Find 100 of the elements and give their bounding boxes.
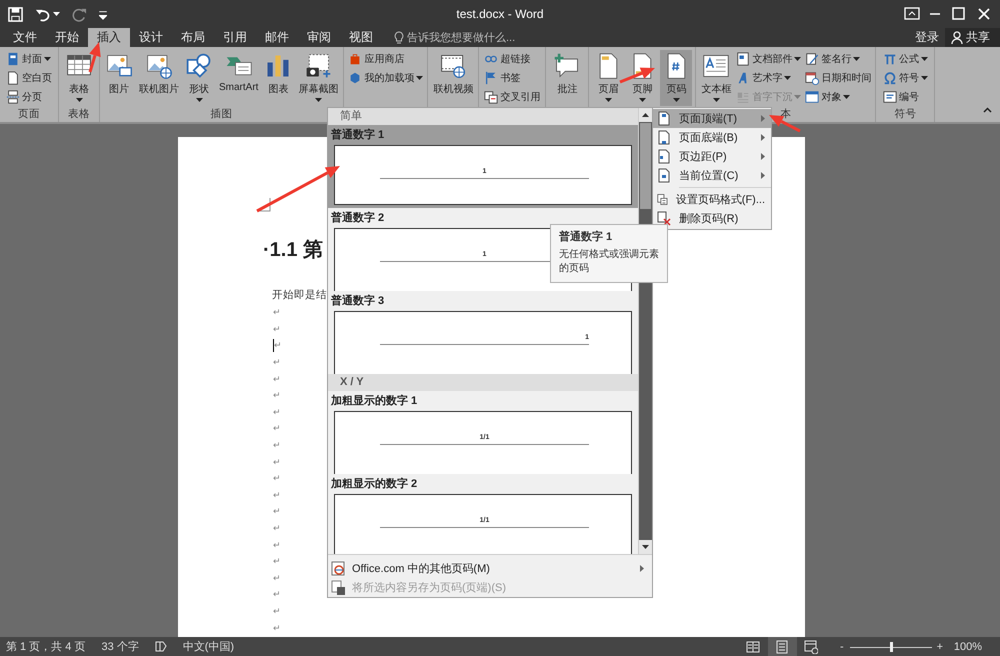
paragraph-mark: ↵ xyxy=(273,406,281,417)
ribbon-button[interactable]: 屏幕截图 xyxy=(296,50,340,106)
ribbon-button[interactable]: 文档部件 xyxy=(735,50,802,68)
menu-item[interactable]: 删除页码(R) xyxy=(653,209,771,228)
ribbon-tab[interactable]: 视图 xyxy=(340,28,382,47)
section-header: X / Y xyxy=(328,374,638,391)
book-icon xyxy=(154,641,167,652)
ribbon-button[interactable]: 图表 xyxy=(262,50,294,106)
zoom-level[interactable]: 100% xyxy=(954,640,982,652)
ribbon-button[interactable]: 书签 xyxy=(483,69,542,87)
caret-icon xyxy=(672,98,680,102)
ribbon-button[interactable]: 对象 xyxy=(804,88,872,106)
ribbon-tab[interactable]: 设计 xyxy=(130,28,172,47)
ribbon-button[interactable]: 日期和时间 xyxy=(804,69,872,87)
menu-item[interactable]: 当前位置(C) xyxy=(653,166,771,185)
ribbon-button[interactable]: 联机图片 xyxy=(137,50,181,106)
ribbon-button[interactable]: 页眉 xyxy=(592,50,624,106)
quick-parts-icon xyxy=(736,52,750,66)
ribbon-button[interactable]: 形状 xyxy=(183,50,215,106)
language-status[interactable]: 中文(中国) xyxy=(182,639,234,654)
page-icon xyxy=(657,130,671,145)
paragraph-mark: ↵ xyxy=(273,357,281,368)
lightbulb-icon xyxy=(394,31,404,44)
ribbon-button[interactable]: 表格 xyxy=(63,50,95,106)
caret-icon xyxy=(853,57,860,61)
ribbon-button[interactable]: 编号 xyxy=(882,88,929,106)
menu-item[interactable]: 页面底端(B) xyxy=(653,128,771,147)
section-header: 简单 xyxy=(328,108,638,125)
page-icon xyxy=(657,149,671,164)
ribbon-button[interactable]: 联机视频 xyxy=(431,50,476,106)
page-icon xyxy=(657,168,671,183)
caret-icon xyxy=(794,95,802,99)
ribbon-button[interactable]: 公式 xyxy=(882,50,929,68)
caret-icon xyxy=(76,98,82,102)
ribbon-button[interactable]: 封面 xyxy=(5,50,53,68)
ribbon-button[interactable]: 我的加载项 xyxy=(347,69,424,87)
page-count-status[interactable]: 第 1 页，共 4 页 xyxy=(6,639,86,654)
ribbon-button[interactable]: 页码 xyxy=(660,50,692,106)
print-layout-icon xyxy=(775,640,790,654)
paragraph-mark: ↵ xyxy=(273,506,281,516)
ribbon-button[interactable]: 应用商店 xyxy=(347,50,424,68)
sign-in-link[interactable]: 登录 xyxy=(915,29,939,46)
ribbon-tab[interactable]: 审阅 xyxy=(298,28,340,47)
ribbon-display-icon xyxy=(904,6,920,22)
menu-item[interactable]: 页面顶端(T) xyxy=(653,109,771,128)
paragraph-mark: ↵ xyxy=(273,390,281,400)
zoom-slider[interactable] xyxy=(850,642,932,652)
paragraph-text: 开始即是结 xyxy=(272,288,327,303)
tell-me-field[interactable]: 告诉我您想要做什么... xyxy=(407,32,537,44)
ribbon-button[interactable]: 艺术字 xyxy=(735,69,802,87)
tooltip-title: 普通数字 1 xyxy=(559,230,614,244)
ribbon-button[interactable]: 签名行 xyxy=(804,50,872,68)
ribbon-button[interactable]: SmartArt xyxy=(217,50,260,106)
crop-mark-icon xyxy=(258,198,271,212)
drop-cap-icon xyxy=(736,90,750,104)
ribbon-button[interactable]: 符号 xyxy=(882,69,929,87)
ribbon-tab[interactable]: 开始 xyxy=(46,28,88,47)
scroll-thumb[interactable] xyxy=(640,123,651,209)
object-icon xyxy=(805,90,820,104)
ribbon-tab[interactable]: 布局 xyxy=(172,28,214,47)
triangle-up-icon xyxy=(642,113,649,117)
store-icon xyxy=(348,52,362,66)
ribbon-button[interactable]: 超链接 xyxy=(483,50,542,68)
page-break-icon xyxy=(6,90,20,104)
annotation-arrow xyxy=(88,42,101,72)
ribbon-button[interactable]: 空白页 xyxy=(5,69,53,87)
heading-text: ·1.1 第 xyxy=(263,238,324,263)
zoom-in-button[interactable]: + xyxy=(934,637,946,656)
ribbon-button[interactable]: 批注 xyxy=(551,50,584,106)
paragraph-mark: ↵ xyxy=(273,490,281,500)
group-label: 表格 xyxy=(68,107,90,122)
slider-thumb[interactable] xyxy=(890,642,893,652)
paragraph-mark: ↵ xyxy=(273,374,281,384)
ribbon-button[interactable]: 交叉引用 xyxy=(483,88,542,106)
scroll-up-button[interactable] xyxy=(639,108,652,122)
ribbon-button[interactable]: 图片 xyxy=(103,50,135,106)
paragraph-mark: ↵ xyxy=(273,589,281,600)
paragraph-mark: ↵ xyxy=(273,456,281,467)
ribbon-tab[interactable]: 邮件 xyxy=(256,28,298,47)
menu-item[interactable]: 页边距(P) xyxy=(653,147,771,166)
word-count-status[interactable]: 33 个字 xyxy=(101,639,139,654)
share-button[interactable]: 共享 xyxy=(945,28,1000,47)
add-in-icon xyxy=(348,71,362,85)
paragraph-mark: ↵ xyxy=(273,523,281,534)
submenu-arrow-icon xyxy=(761,153,765,160)
ribbon-tab[interactable]: 引用 xyxy=(214,28,256,47)
menu-item[interactable]: 设置页码格式(F)... xyxy=(653,190,771,209)
ribbon-button[interactable]: 文本框 xyxy=(699,50,734,106)
ribbon-tab[interactable]: 插入 xyxy=(88,28,130,47)
ribbon-button[interactable]: 分页 xyxy=(5,88,53,106)
paragraph-mark: ↵ xyxy=(273,606,281,616)
text-box-icon xyxy=(702,52,730,80)
zoom-out-button[interactable]: - xyxy=(836,637,848,656)
page-icon xyxy=(657,111,671,126)
view-button[interactable] xyxy=(768,637,797,656)
scroll-down-button[interactable] xyxy=(639,540,652,554)
annotation-arrow xyxy=(619,68,655,84)
cover-page-icon xyxy=(6,52,20,66)
ribbon-tab[interactable]: 文件 xyxy=(4,28,46,47)
menu-item[interactable]: Office.com 中的其他页码(M) xyxy=(328,559,652,578)
